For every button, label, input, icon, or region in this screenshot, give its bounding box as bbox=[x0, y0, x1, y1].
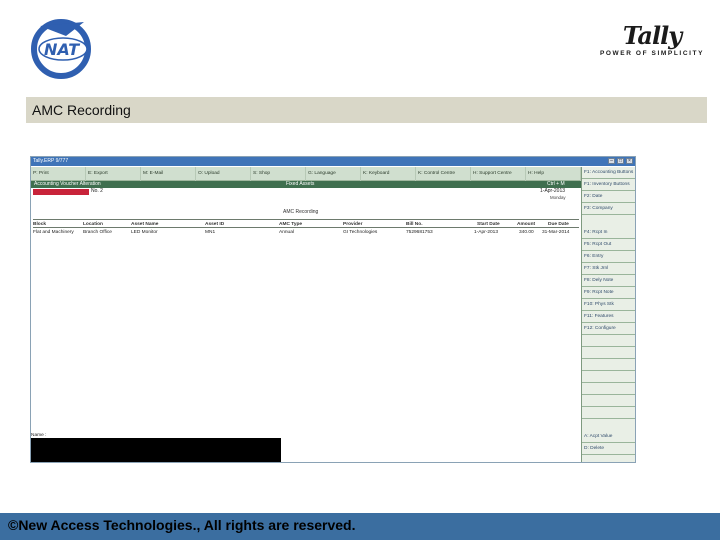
nat-logo: NAT bbox=[26, 14, 100, 80]
cell-amc-type: Annual bbox=[279, 230, 294, 235]
tally-tagline: POWER OF SIMPLICITY bbox=[599, 50, 705, 57]
menu-item[interactable]: G: Language bbox=[306, 167, 361, 181]
sidebar-button[interactable]: F10: Phys Stk bbox=[582, 299, 635, 311]
voucher-type: AMC Record bbox=[41, 198, 70, 204]
slide-title: AMC Recording bbox=[32, 102, 131, 118]
sidebar-button[interactable]: F4: Rcpt In bbox=[582, 227, 635, 239]
button-bar: F1: Accounting Buttons F1: Inventory But… bbox=[581, 167, 635, 462]
voucher-type-tag: AMC Record bbox=[33, 189, 89, 204]
window-titlebar: Tally.ERP 9/777 – □ × bbox=[31, 157, 635, 166]
tally-logo-text: Tally bbox=[622, 21, 682, 50]
column-header: Location bbox=[83, 222, 103, 227]
sidebar-button[interactable]: F6: Entry bbox=[582, 251, 635, 263]
menu-item[interactable]: K: Control Centre bbox=[416, 167, 471, 181]
cell-bill-no: 7529681753 bbox=[406, 230, 433, 235]
column-header: Start Date bbox=[477, 222, 500, 227]
info-center: Fixed Assets bbox=[286, 181, 315, 187]
cell-block: Flat and Machinery bbox=[33, 230, 74, 235]
voucher-info-bar: Accounting Voucher Alteration Fixed Asse… bbox=[31, 181, 581, 188]
sidebar-button[interactable]: F9: Rcpt Note bbox=[582, 287, 635, 299]
cell-provider: GI Technologies bbox=[343, 230, 378, 235]
voucher-day: Monday bbox=[550, 195, 566, 200]
info-right: Ctrl + M bbox=[547, 181, 565, 187]
sidebar-button[interactable]: F2: Date bbox=[582, 191, 635, 203]
sidebar-button[interactable]: F11: Features bbox=[582, 311, 635, 323]
sidebar-button[interactable]: D: Delete bbox=[582, 443, 635, 455]
nat-logo-text: NAT bbox=[44, 40, 80, 59]
slide-title-band: AMC Recording bbox=[26, 97, 707, 123]
footer-bar: ©New Access Technologies., All rights ar… bbox=[0, 513, 720, 540]
menu-item[interactable]: H: Help bbox=[526, 167, 581, 181]
minimize-icon[interactable]: – bbox=[608, 158, 615, 164]
amc-table: Block Location Asset Name Asset ID AMC T… bbox=[33, 219, 579, 238]
sidebar-button[interactable]: F8: Dely Note bbox=[582, 275, 635, 287]
column-header: Block bbox=[33, 222, 47, 227]
cell-due-date: 31-Mar-2014 bbox=[542, 230, 570, 235]
window-title: Tally.ERP 9/777 bbox=[33, 158, 69, 164]
menu-item[interactable]: H: Support Centre bbox=[471, 167, 526, 181]
menu-item[interactable]: S: Shop bbox=[251, 167, 306, 181]
close-icon[interactable]: × bbox=[626, 158, 633, 164]
sidebar-spacer bbox=[582, 395, 635, 407]
table-header: Block Location Asset Name Asset ID AMC T… bbox=[33, 219, 579, 228]
maximize-icon[interactable]: □ bbox=[617, 158, 624, 164]
info-left: Accounting Voucher Alteration bbox=[34, 181, 101, 187]
sidebar-button[interactable]: F5: Rcpt Out bbox=[582, 239, 635, 251]
copyright-text: ©New Access Technologies., All rights ar… bbox=[8, 517, 356, 533]
sidebar-button[interactable]: F3: Company bbox=[582, 203, 635, 215]
column-header: Due Date bbox=[548, 222, 569, 227]
sidebar-button[interactable]: F1: Inventory Buttons bbox=[582, 179, 635, 191]
column-header: AMC Type bbox=[279, 222, 303, 227]
sidebar-button[interactable]: F1: Accounting Buttons bbox=[582, 167, 635, 179]
menu-item[interactable]: M: E-Mail bbox=[141, 167, 196, 181]
sidebar-spacer bbox=[582, 359, 635, 371]
sidebar-spacer bbox=[582, 407, 635, 419]
voucher-date[interactable]: 1-Apr-2013 bbox=[540, 188, 565, 194]
menu-item[interactable]: P: Print bbox=[31, 167, 86, 181]
column-header: Asset Name bbox=[131, 222, 159, 227]
cell-asset-id: MN1 bbox=[205, 230, 216, 235]
tally-logo: Tally POWER OF SIMPLICITY bbox=[598, 22, 706, 66]
cell-asset-name: LED Monitor bbox=[131, 230, 158, 235]
cell-amount: 340.00 bbox=[519, 230, 534, 235]
sidebar-spacer bbox=[582, 383, 635, 395]
menu-item[interactable]: O: Upload bbox=[196, 167, 251, 181]
sidebar-spacer bbox=[582, 335, 635, 347]
report-title: AMC Recording bbox=[283, 209, 319, 215]
sidebar-spacer bbox=[582, 371, 635, 383]
table-row[interactable]: Flat and Machinery Branch Office LED Mon… bbox=[33, 228, 579, 238]
tally-menubar: P: Print E: Export M: E-Mail O: Upload S… bbox=[31, 167, 581, 181]
cell-location: Branch Office bbox=[83, 230, 112, 235]
menu-item[interactable]: E: Export bbox=[86, 167, 141, 181]
column-header: Bill No. bbox=[406, 222, 423, 227]
voucher-number: No. 2 bbox=[91, 188, 103, 194]
sidebar-button[interactable]: F12: Configure bbox=[582, 323, 635, 335]
column-header: Asset ID bbox=[205, 222, 225, 227]
column-header: Amount bbox=[517, 222, 536, 227]
sidebar-button[interactable]: F7: Stk Jrnl bbox=[582, 263, 635, 275]
sidebar-spacer bbox=[582, 347, 635, 359]
menu-item[interactable]: K: Keyboard bbox=[361, 167, 416, 181]
column-header: Provider bbox=[343, 222, 363, 227]
tally-window: Tally.ERP 9/777 – □ × P: Print E: Export… bbox=[30, 156, 636, 463]
calculator-pane[interactable] bbox=[31, 438, 281, 462]
cell-start-date: 1-Apr-2013 bbox=[474, 230, 498, 235]
sidebar-button[interactable]: A: Acpt Value bbox=[582, 431, 635, 443]
